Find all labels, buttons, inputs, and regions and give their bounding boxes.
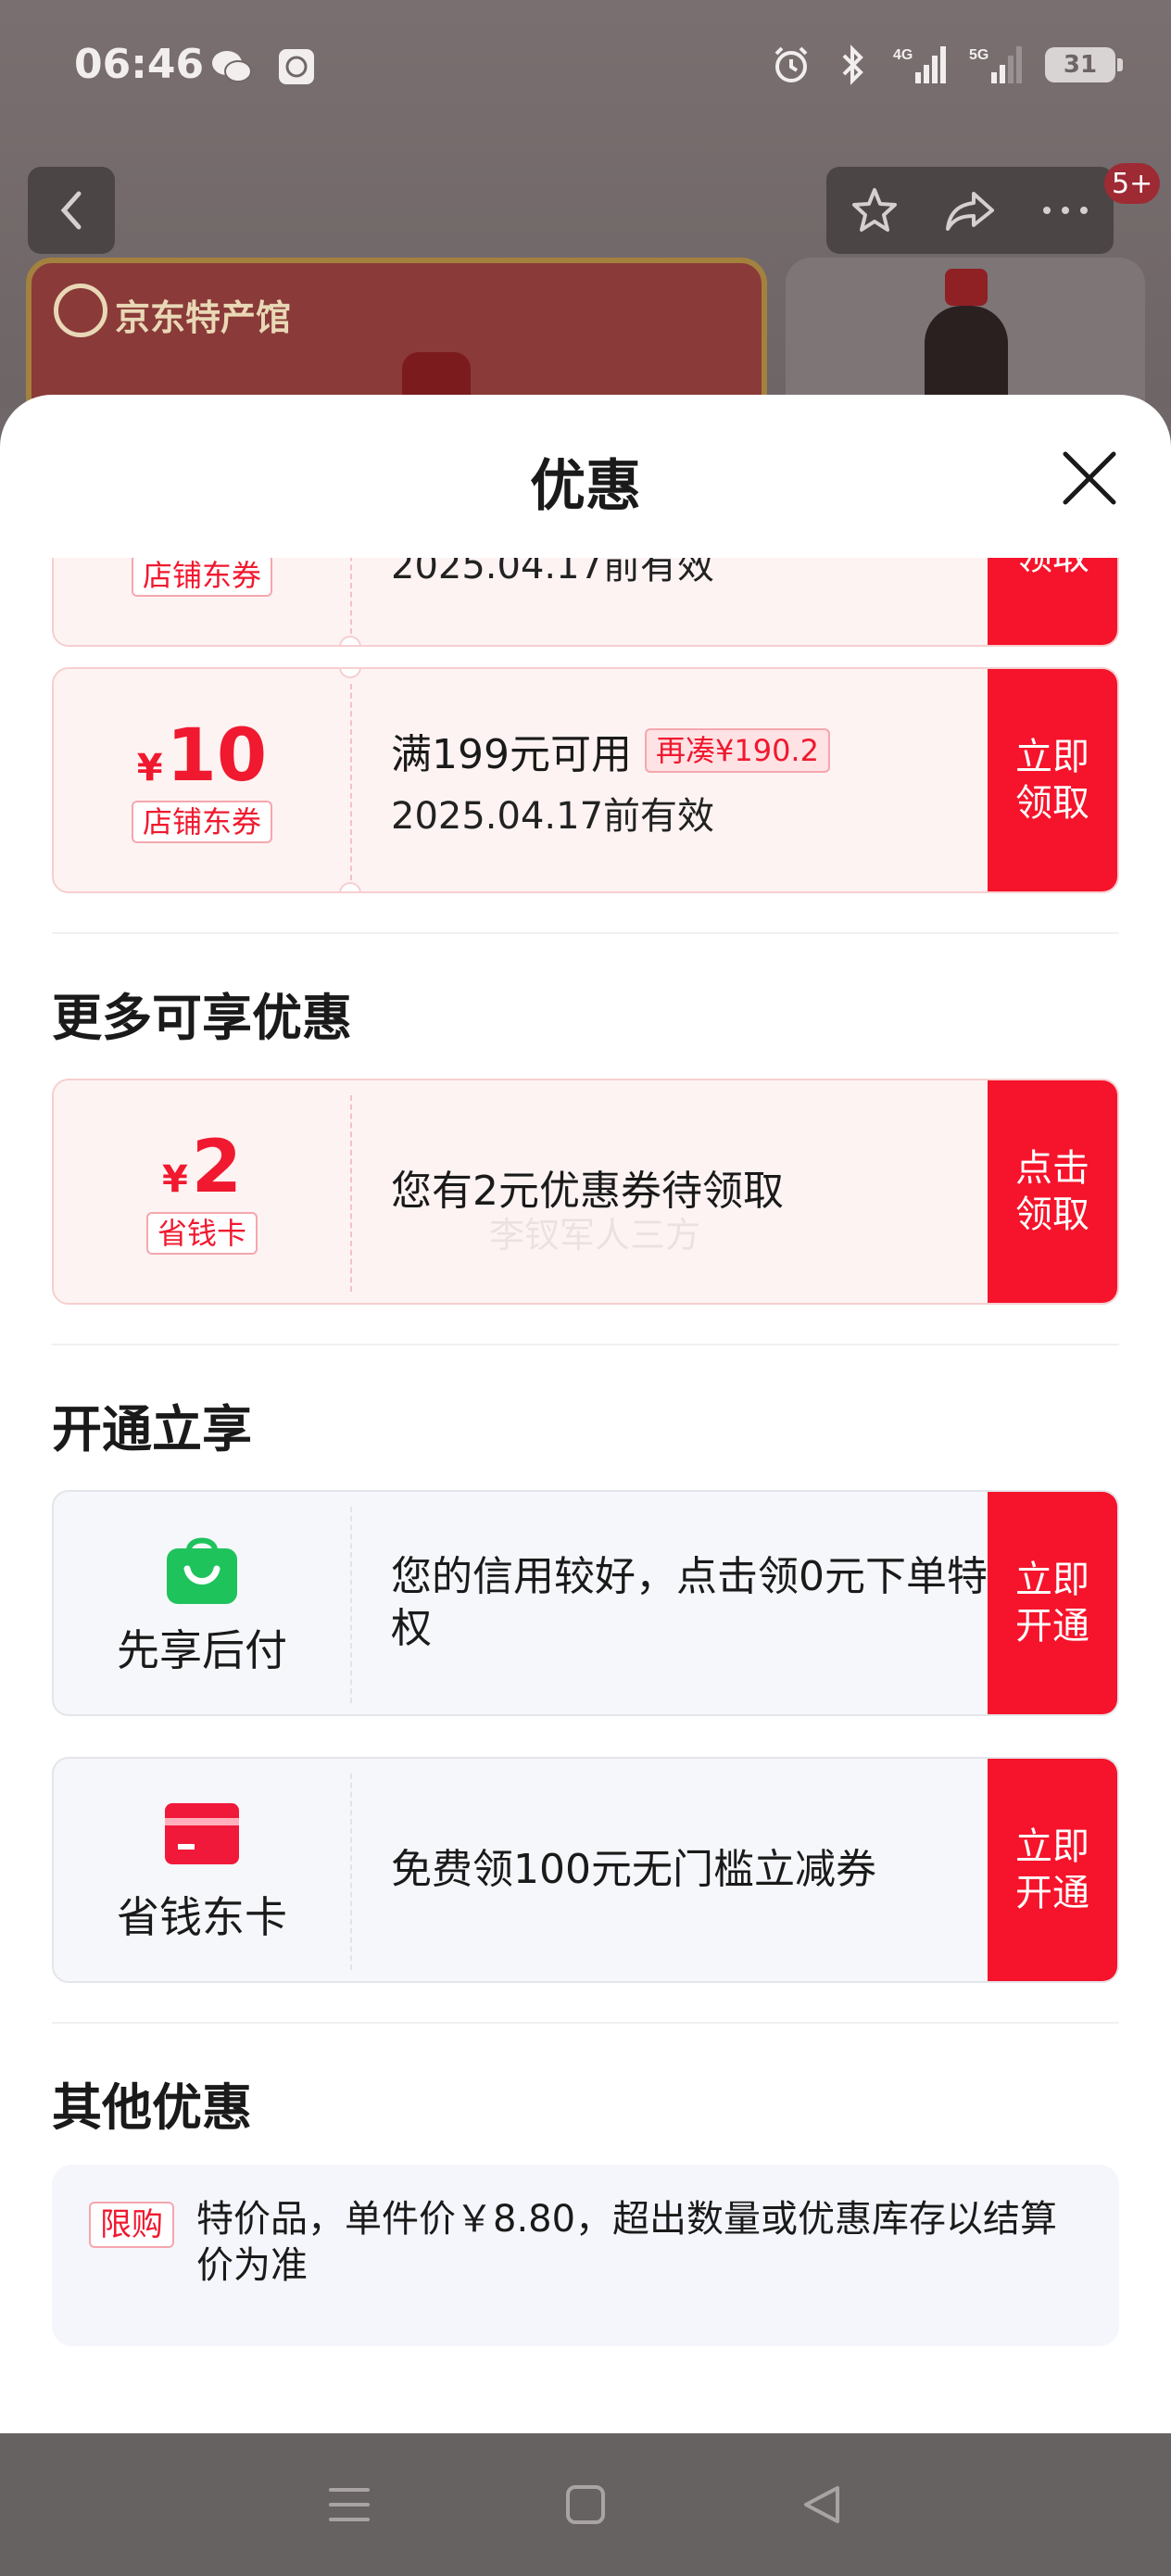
close-icon bbox=[1063, 451, 1116, 505]
service-info: 免费领100元无门槛立减券 bbox=[391, 1759, 1021, 1981]
system-nav-bar bbox=[0, 2433, 1171, 2576]
coupon-type-tag: 省钱卡 bbox=[145, 1212, 258, 1255]
svg-text:4G: 4G bbox=[893, 47, 913, 63]
share-icon bbox=[945, 192, 994, 231]
home-icon bbox=[565, 2485, 605, 2524]
coupon-validity: 2025.04.17前有效 bbox=[391, 558, 715, 587]
coupon-condition: 满199元可用 bbox=[391, 731, 632, 778]
click-claim-button[interactable]: 点击 领取 bbox=[988, 1080, 1117, 1303]
section-divider bbox=[52, 1344, 1119, 1345]
battery-indicator: 31 bbox=[1045, 47, 1123, 82]
product-page-background: 06:46 4G 5G 31 5+ 京东特产馆 bbox=[0, 0, 1171, 443]
alarm-icon bbox=[771, 44, 812, 85]
service-description: 您的信用较好，点击领0元下单特权 bbox=[391, 1553, 988, 1652]
sheet-scroll-area[interactable]: 店铺东券 2025.04.17前有效 领取 ¥ 10 店铺东券 bbox=[0, 558, 1171, 2433]
more-button[interactable] bbox=[1028, 173, 1102, 247]
bluetooth-icon bbox=[832, 44, 873, 85]
status-time: 06:46 bbox=[74, 41, 205, 88]
coupon-validity: 2025.04.17前有效 bbox=[391, 795, 715, 838]
coupon-card: 店铺东券 2025.04.17前有效 领取 bbox=[52, 558, 1119, 647]
coupon-left: ¥ 10 店铺东券 bbox=[54, 669, 350, 891]
store-label: 京东特产馆 bbox=[115, 297, 292, 338]
claim-coupon-button[interactable]: 立即 领取 bbox=[988, 669, 1117, 891]
service-name: 先享后付 bbox=[117, 1625, 287, 1675]
section-title-more: 更多可享优惠 bbox=[52, 989, 352, 1047]
wechat-icon bbox=[211, 46, 252, 87]
coupon-info: 您有2元优惠券待领取 bbox=[391, 1080, 1021, 1303]
gallery-icon bbox=[276, 46, 317, 87]
back-icon bbox=[803, 2486, 839, 2523]
top-action-group bbox=[826, 167, 1114, 254]
coupon-type-tag: 店铺东券 bbox=[131, 801, 272, 843]
status-right-icons: 4G 5G 31 bbox=[771, 44, 1123, 85]
service-description: 免费领100元无门槛立减券 bbox=[391, 1846, 876, 1893]
section-title-other: 其他优惠 bbox=[52, 2078, 252, 2137]
section-divider bbox=[52, 2022, 1119, 2024]
coupon-info: 2025.04.17前有效 bbox=[391, 558, 1021, 645]
watermark-text: 李钗军人三方 bbox=[489, 1215, 701, 1256]
coupon-left: 店铺东券 bbox=[54, 558, 350, 645]
service-left: 先享后付 bbox=[54, 1492, 350, 1714]
activate-button[interactable]: 立即 开通 bbox=[988, 1759, 1117, 1981]
home-button[interactable] bbox=[558, 2477, 613, 2532]
coupon-amount: ¥ 2 bbox=[161, 1126, 243, 1209]
store-logo-icon bbox=[54, 284, 107, 337]
coupon-amount: ¥ 10 bbox=[136, 714, 268, 798]
service-name: 省钱东卡 bbox=[117, 1892, 287, 1942]
shopping-bag-icon bbox=[163, 1528, 241, 1606]
share-button[interactable] bbox=[933, 173, 1007, 247]
service-card-pay-later: 先享后付 您的信用较好，点击领0元下单特权 立即 开通 bbox=[52, 1490, 1119, 1716]
star-icon bbox=[851, 188, 897, 232]
section-divider bbox=[52, 932, 1119, 934]
notification-badge: 5+ bbox=[1104, 163, 1161, 204]
service-info: 您的信用较好，点击领0元下单特权 bbox=[391, 1492, 1021, 1714]
coupon-description: 您有2元优惠券待领取 bbox=[391, 1168, 784, 1215]
signal-5g-icon: 5G bbox=[969, 44, 1025, 85]
saving-card-coupon: ¥ 2 省钱卡 您有2元优惠券待领取 李钗军人三方 点击 领取 bbox=[52, 1079, 1119, 1305]
claim-coupon-button[interactable]: 领取 bbox=[988, 558, 1117, 645]
status-bar: 06:46 4G 5G 31 bbox=[0, 0, 1171, 139]
service-left: 省钱东卡 bbox=[54, 1759, 350, 1981]
section-title-open: 开通立享 bbox=[52, 1400, 252, 1458]
status-left-icons bbox=[211, 46, 317, 87]
svg-text:5G: 5G bbox=[969, 47, 988, 63]
system-back-button[interactable] bbox=[794, 2477, 850, 2532]
coupon-left: ¥ 2 省钱卡 bbox=[54, 1080, 350, 1303]
activate-button[interactable]: 立即 开通 bbox=[988, 1492, 1117, 1714]
menu-button[interactable] bbox=[321, 2477, 377, 2532]
discount-sheet: 优惠 店铺东券 2025.04.17前有效 领取 bbox=[0, 395, 1171, 2433]
close-button[interactable] bbox=[1056, 445, 1123, 511]
coupon-card: ¥ 10 店铺东券 满199元可用 再凑¥190.2 2025.04.17前有效… bbox=[52, 667, 1119, 893]
back-button[interactable] bbox=[28, 167, 115, 254]
coupon-type-tag: 店铺东券 bbox=[131, 558, 272, 597]
service-card-saving-card: 省钱东卡 免费领100元无门槛立减券 立即 开通 bbox=[52, 1757, 1119, 1983]
menu-icon bbox=[329, 2488, 371, 2521]
favorite-button[interactable] bbox=[837, 173, 912, 247]
other-discount-text: 特价品，单件价￥8.80，超出数量或优惠库存以结算价为准 bbox=[196, 2198, 1058, 2287]
chevron-left-icon bbox=[60, 191, 82, 230]
signal-4g-icon: 4G bbox=[893, 44, 949, 85]
more-dots-icon bbox=[1043, 207, 1089, 214]
coupon-gap-tag: 再凑¥190.2 bbox=[644, 728, 830, 773]
card-icon bbox=[163, 1795, 241, 1873]
other-discount-box: 限购 特价品，单件价￥8.80，超出数量或优惠库存以结算价为准 bbox=[52, 2165, 1119, 2346]
sheet-title: 优惠 bbox=[530, 454, 641, 519]
coupon-info: 满199元可用 再凑¥190.2 2025.04.17前有效 bbox=[391, 669, 1021, 891]
limit-tag: 限购 bbox=[89, 2202, 174, 2248]
